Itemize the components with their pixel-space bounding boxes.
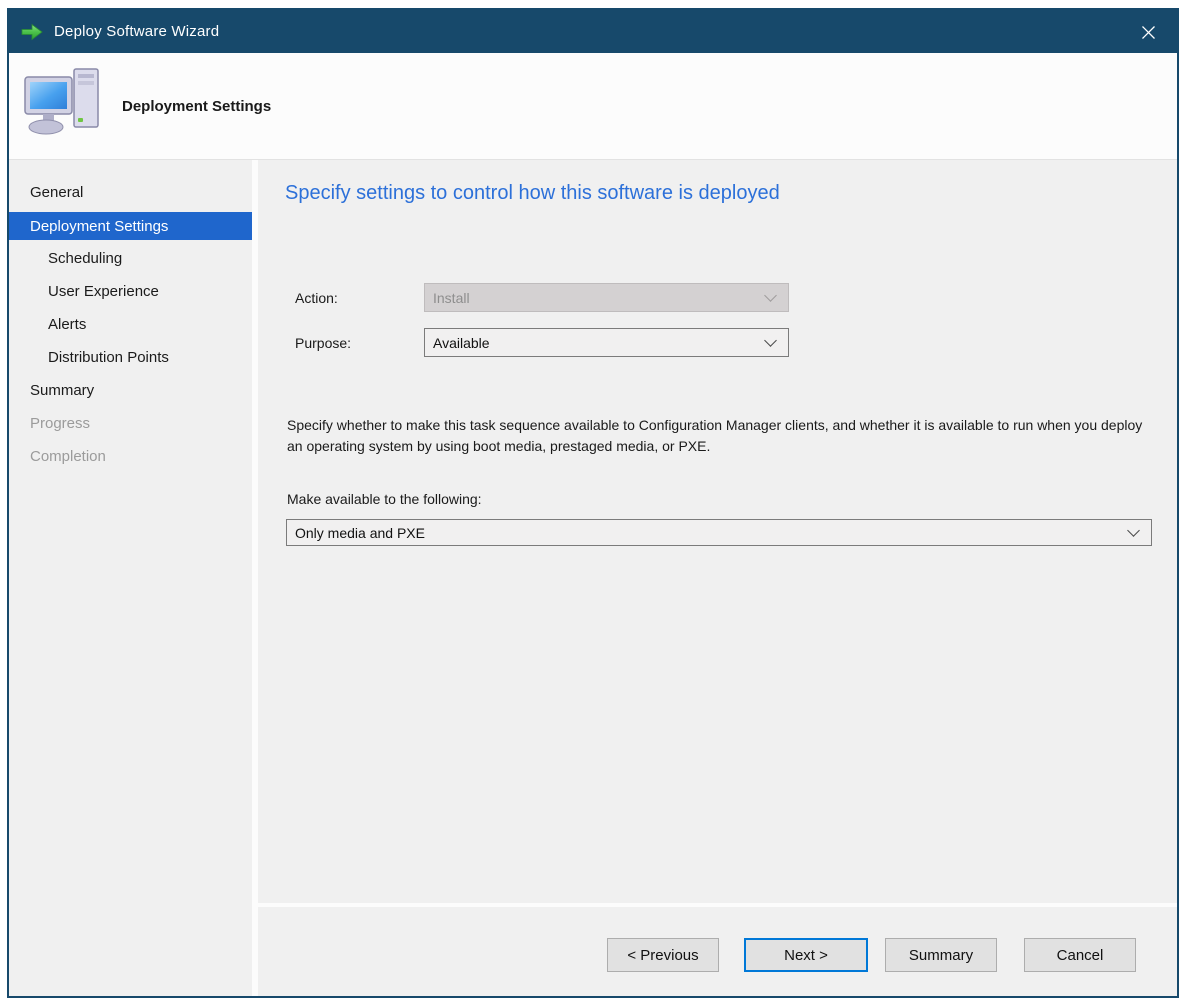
purpose-label: Purpose: <box>295 335 351 351</box>
page-title: Deployment Settings <box>122 53 271 159</box>
previous-button[interactable]: < Previous <box>607 938 719 972</box>
footer-bar: < Previous Next > Summary Cancel <box>258 907 1177 996</box>
action-dropdown: Install <box>424 283 789 312</box>
wizard-step-list: General Deployment Settings Scheduling U… <box>9 160 252 996</box>
close-icon[interactable] <box>1133 17 1163 47</box>
sidebar-item-distribution-points[interactable]: Distribution Points <box>9 341 252 374</box>
sidebar-item-alerts[interactable]: Alerts <box>9 308 252 341</box>
chevron-down-icon <box>764 289 777 302</box>
window-title: Deploy Software Wizard <box>54 23 219 40</box>
deploy-software-wizard-window: Deploy Software Wizard <box>7 8 1179 998</box>
panel-heading: Specify settings to control how this sof… <box>285 182 780 205</box>
sidebar-item-user-experience[interactable]: User Experience <box>9 275 252 308</box>
sidebar-item-scheduling[interactable]: Scheduling <box>9 242 252 275</box>
make-available-dropdown[interactable]: Only media and PXE <box>286 519 1152 546</box>
sidebar-item-progress: Progress <box>9 407 252 440</box>
deployment-settings-panel: Specify settings to control how this sof… <box>258 160 1177 903</box>
sidebar-item-deployment-settings[interactable]: Deployment Settings <box>9 212 252 240</box>
make-available-label: Make available to the following: <box>287 491 482 507</box>
summary-button[interactable]: Summary <box>885 938 997 972</box>
sidebar-item-completion: Completion <box>9 440 252 473</box>
computer-icon <box>22 64 106 148</box>
title-bar: Deploy Software Wizard <box>9 10 1177 53</box>
next-button[interactable]: Next > <box>744 938 868 972</box>
make-available-value: Only media and PXE <box>295 525 425 541</box>
action-label: Action: <box>295 290 338 306</box>
purpose-dropdown[interactable]: Available <box>424 328 789 357</box>
sidebar-item-general[interactable]: General <box>9 176 252 209</box>
wizard-header: Deployment Settings <box>9 53 1177 160</box>
action-value: Install <box>433 290 470 306</box>
purpose-value: Available <box>433 335 490 351</box>
chevron-down-icon <box>1127 524 1140 537</box>
cancel-button[interactable]: Cancel <box>1024 938 1136 972</box>
chevron-down-icon <box>764 334 777 347</box>
wizard-green-arrow-icon <box>19 20 45 44</box>
sidebar-item-summary[interactable]: Summary <box>9 374 252 407</box>
availability-description: Specify whether to make this task sequen… <box>287 415 1159 457</box>
